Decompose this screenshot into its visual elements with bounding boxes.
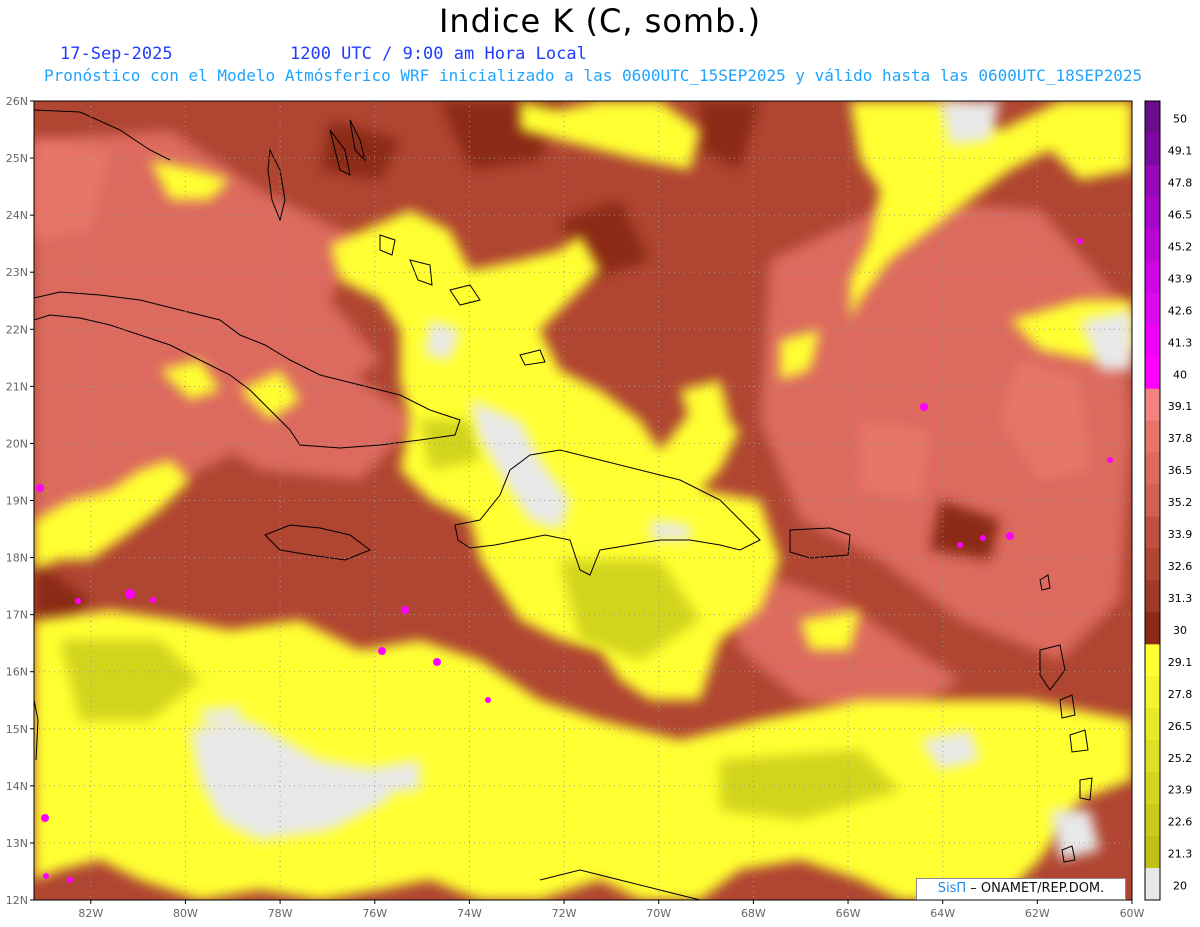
colorbar-label: 33.9 <box>1168 528 1193 541</box>
lat-label: 21N <box>6 380 28 393</box>
lat-label: 14N <box>6 780 28 793</box>
credit-text: – ONAMET/REP.DOM. <box>970 881 1105 896</box>
colorbar-label: 42.6 <box>1168 304 1193 317</box>
lat-label: 18N <box>6 552 28 565</box>
colorbar-swatch <box>1145 580 1160 613</box>
lon-label: 66W <box>836 907 861 920</box>
colorbar-swatch <box>1145 324 1160 358</box>
lat-label: 26N <box>6 95 28 108</box>
colorbar-label: 47.8 <box>1168 176 1193 189</box>
colorbar-label: 26.5 <box>1168 720 1193 733</box>
lon-label: 60W <box>1120 907 1145 920</box>
colorbar-swatch <box>1145 740 1160 773</box>
colorbar-swatch <box>1145 292 1160 326</box>
lon-label: 76W <box>362 907 387 920</box>
lat-label: 17N <box>6 609 28 622</box>
lon-label: 68W <box>741 907 766 920</box>
colorbar-label: 23.9 <box>1168 784 1193 797</box>
lon-label: 74W <box>457 907 482 920</box>
colorbar-label: 39.1 <box>1168 400 1193 413</box>
colorbar-label: 29.1 <box>1168 656 1193 669</box>
colorbar-label: 37.8 <box>1168 432 1193 445</box>
lon-label: 62W <box>1025 907 1050 920</box>
lat-label: 23N <box>6 266 28 279</box>
colorbar-label: 27.8 <box>1168 688 1193 701</box>
colorbar-swatch <box>1145 772 1160 805</box>
lon-label: 80W <box>173 907 198 920</box>
colorbar-swatch <box>1145 132 1160 166</box>
colorbar-swatch <box>1145 516 1160 549</box>
lat-label: 12N <box>6 894 28 907</box>
lon-label: 70W <box>646 907 671 920</box>
colorbar-swatch <box>1145 101 1160 134</box>
lat-label: 15N <box>6 723 28 736</box>
colorbar-swatch <box>1145 228 1160 262</box>
colorbar-swatch <box>1145 260 1160 294</box>
colorbar-swatch <box>1145 676 1160 709</box>
colorbar: 50 49.1 47.8 46.5 45.2 43.9 42.6 41.3 40 39.1 37.8… <box>1144 100 1193 901</box>
colorbar-label: 31.3 <box>1168 592 1193 605</box>
colorbar-swatch <box>1145 644 1160 677</box>
colorbar-label: 43.9 <box>1168 272 1193 285</box>
colorbar-swatch <box>1145 420 1160 454</box>
colorbar-swatch <box>1145 452 1160 486</box>
lat-label: 16N <box>6 666 28 679</box>
colorbar-label: 25.2 <box>1168 752 1193 765</box>
colorbar-label: 30 <box>1173 624 1187 637</box>
colorbar-label: 50 <box>1173 113 1187 126</box>
colorbar-label: 40 <box>1173 368 1187 381</box>
colorbar-swatch <box>1145 612 1160 645</box>
colorbar-swatch <box>1145 388 1160 422</box>
colorbar-swatch <box>1145 836 1160 869</box>
lat-label: 19N <box>6 495 28 508</box>
lon-label: 78W <box>268 907 293 920</box>
lat-label: 20N <box>6 437 28 450</box>
colorbar-swatch <box>1145 164 1160 198</box>
sispi-logo-text: SisΠ <box>937 881 967 896</box>
colorbar-label: 32.6 <box>1168 560 1193 573</box>
weather-map: 26N 25N 24N 23N 22N 21N 20N 19N 18N 17N 16N 15N 14N 1… <box>6 95 1193 920</box>
lat-label: 22N <box>6 323 28 336</box>
colorbar-swatch <box>1145 356 1160 390</box>
colorbar-label: 20 <box>1173 880 1187 893</box>
colorbar-swatch <box>1145 708 1160 741</box>
colorbar-label: 49.1 <box>1168 145 1193 158</box>
colorbar-label: 46.5 <box>1168 208 1193 221</box>
lat-label: 24N <box>6 209 28 222</box>
colorbar-label: 22.6 <box>1168 816 1193 829</box>
k-index-field <box>34 101 1132 900</box>
lat-label: 13N <box>6 837 28 850</box>
latitude-axis: 26N 25N 24N 23N 22N 21N 20N 19N 18N 17N 16N 15N 14N 1… <box>6 95 34 907</box>
longitude-axis: 82W 80W 78W 76W 74W 72W 70W 68W 66W 64W 62W 60W <box>78 900 1145 920</box>
colorbar-swatch <box>1145 548 1160 581</box>
lon-label: 72W <box>552 907 577 920</box>
colorbar-label: 45.2 <box>1168 240 1193 253</box>
colorbar-label: 35.2 <box>1168 496 1193 509</box>
credit-box: SisΠ – ONAMET/REP.DOM. <box>916 878 1126 900</box>
colorbar-label: 21.3 <box>1168 848 1193 861</box>
lat-label: 25N <box>6 152 28 165</box>
lon-label: 64W <box>930 907 955 920</box>
colorbar-swatch <box>1145 484 1160 517</box>
colorbar-label: 36.5 <box>1168 464 1193 477</box>
colorbar-label: 41.3 <box>1168 336 1193 349</box>
colorbar-swatch <box>1145 868 1160 901</box>
lon-label: 82W <box>78 907 103 920</box>
colorbar-swatch <box>1145 804 1160 837</box>
colorbar-swatch <box>1145 196 1160 230</box>
